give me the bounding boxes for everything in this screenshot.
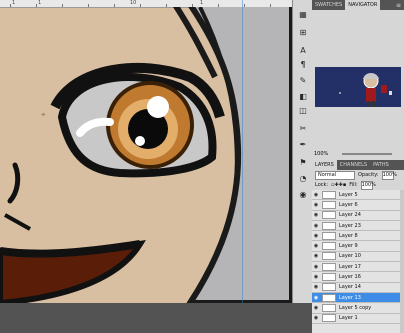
opacity-label: Opacity: — [358, 172, 379, 178]
eye-icon[interactable]: ◉ — [312, 284, 320, 290]
brush-icon[interactable]: ✎ — [297, 74, 309, 86]
layer-name: Layer 17 — [339, 263, 361, 270]
layer-name: Layer 24 — [339, 212, 361, 219]
eye-icon[interactable]: ◉ — [312, 202, 320, 208]
artwork: ⌖ — [0, 7, 292, 303]
layers-scrollbar[interactable] — [400, 190, 404, 333]
document-canvas[interactable]: 1 1 10 1 ⌖ — [0, 0, 292, 303]
layer-row[interactable]: ◉ Layer 5 — [312, 190, 400, 201]
guide-line[interactable] — [242, 0, 243, 303]
layer-thumbnail — [322, 200, 336, 209]
layer-thumbnail — [322, 303, 336, 312]
layers-panel: LAYERS CHANNELS PATHS Normal Opacity: 10… — [312, 160, 404, 333]
stamp-icon[interactable]: ◧ — [297, 90, 309, 102]
eye-icon[interactable]: ◉ — [312, 305, 320, 311]
layer-name: Layer 13 — [339, 294, 361, 301]
crop-icon[interactable]: ✂ — [297, 122, 309, 134]
eye-icon[interactable]: ◉ — [312, 233, 320, 239]
layer-row[interactable]: ◉ Layer 10 — [312, 252, 400, 263]
move-icon[interactable]: A — [297, 44, 309, 56]
tool-strip: ▦ ⊞ A ¶ ✎ ◧ ◫ ✂ ✒ ⚑ ◔ ◉ — [292, 0, 314, 303]
layer-name: Layer 5 copy — [339, 304, 372, 311]
navigator-tabs: SWATCHES NAVIGATOR ≡ — [312, 0, 404, 10]
eye-icon[interactable]: ◉ — [312, 212, 320, 218]
tab-paths[interactable]: PATHS — [370, 160, 392, 170]
tab-layers[interactable]: LAYERS — [312, 160, 337, 170]
layer-row[interactable]: ◉ Layer 13 — [312, 292, 400, 304]
layer-row[interactable]: ◉ Layer 14 — [312, 283, 400, 293]
grid-icon[interactable]: ⊞ — [297, 26, 309, 38]
navigator-preview-image — [315, 67, 401, 107]
layer-name: Layer 9 — [339, 243, 358, 250]
layer-thumbnail — [322, 314, 336, 323]
layer-list: ◉ Layer 5 ◉ Layer 6 ◉ Layer 24 ◉ Layer 23 ◉ Layer… — [312, 190, 400, 333]
eye-icon[interactable]: ◉ — [312, 192, 320, 198]
tab-channels[interactable]: CHANNELS — [337, 160, 370, 170]
svg-text:⌖: ⌖ — [41, 110, 46, 119]
eye-icon[interactable]: ◉ — [312, 223, 320, 229]
layer-name: Layer 16 — [339, 274, 361, 281]
blend-mode-select[interactable]: Normal — [315, 170, 355, 180]
layer-row[interactable]: ◉ Layer 24 — [312, 211, 400, 221]
layer-thumbnail — [322, 231, 336, 240]
zoom-value[interactable]: 100% — [314, 151, 328, 157]
layer-row[interactable]: ◉ Layer 17 — [312, 262, 400, 273]
eye-icon[interactable]: ◉ — [312, 315, 320, 321]
layer-name: Layer 8 — [339, 232, 358, 239]
layer-name: Layer 5 — [339, 191, 358, 198]
zoom-slider[interactable] — [342, 153, 392, 155]
clock-icon[interactable]: ◔ — [297, 172, 309, 184]
layer-thumbnail — [322, 273, 336, 282]
layer-thumbnail — [322, 252, 336, 261]
lock-icons[interactable]: ▫✚✚▪ — [331, 182, 346, 188]
layers-body: Normal Opacity: 100% Lock: ▫✚✚▪ Fill: 10… — [312, 170, 404, 333]
fill-field[interactable]: 100% — [360, 180, 376, 190]
tab-swatches[interactable]: SWATCHES — [312, 0, 345, 10]
layer-thumbnail — [322, 283, 336, 292]
layer-row[interactable]: ◉ Layer 6 — [312, 200, 400, 211]
layer-name: Layer 6 — [339, 201, 358, 208]
opacity-field[interactable]: 100% — [381, 170, 397, 180]
layer-row[interactable]: ◉ Layer 1 — [312, 314, 400, 324]
layer-row[interactable]: ◉ Layer 16 — [312, 272, 400, 283]
layer-thumbnail — [322, 190, 336, 199]
layer-thumbnail — [322, 262, 336, 271]
layer-name: Layer 23 — [339, 222, 361, 229]
eraser-icon[interactable]: ◫ — [297, 104, 309, 116]
lasso-icon[interactable]: ¶ — [297, 58, 309, 70]
layer-name: Layer 14 — [339, 284, 361, 291]
eye-icon[interactable]: ◉ — [312, 274, 320, 280]
eye-icon[interactable]: ◉ — [312, 243, 320, 249]
fill-label: Fill: — [349, 182, 358, 188]
panel-menu-icon[interactable]: ≡ — [396, 2, 404, 9]
layer-row[interactable]: ◉ Layer 23 — [312, 221, 400, 232]
pen-icon[interactable]: ✒ — [297, 138, 309, 150]
navigator-thumbnail[interactable] — [315, 67, 401, 107]
layer-thumbnail — [322, 211, 336, 220]
zoom-icon[interactable]: ◉ — [297, 188, 309, 200]
navigator-panel: SWATCHES NAVIGATOR ≡ 100% — [312, 0, 404, 160]
layer-row[interactable]: ◉ Layer 5 copy — [312, 303, 400, 314]
layer-thumbnail — [322, 242, 336, 251]
layer-row[interactable]: ◉ Layer 9 — [312, 241, 400, 252]
tab-navigator[interactable]: NAVIGATOR — [345, 0, 381, 10]
zoom-row: 100% — [312, 150, 404, 158]
text-icon[interactable]: ⚑ — [297, 156, 309, 168]
lock-label: Lock: — [315, 182, 329, 188]
eye-icon[interactable]: ◉ — [312, 253, 320, 259]
layers-tool-icon[interactable]: ▦ — [297, 8, 309, 20]
layer-thumbnail — [322, 221, 336, 230]
layers-tabs: LAYERS CHANNELS PATHS — [312, 160, 404, 170]
layer-thumbnail — [322, 293, 336, 302]
layer-row[interactable]: ◉ Layer 8 — [312, 231, 400, 242]
layer-name: Layer 10 — [339, 253, 361, 260]
eye-icon[interactable]: ◉ — [312, 264, 320, 270]
navigator-body — [312, 10, 404, 150]
layer-name: Layer 1 — [339, 315, 358, 322]
eye-icon[interactable]: ◉ — [312, 295, 320, 301]
